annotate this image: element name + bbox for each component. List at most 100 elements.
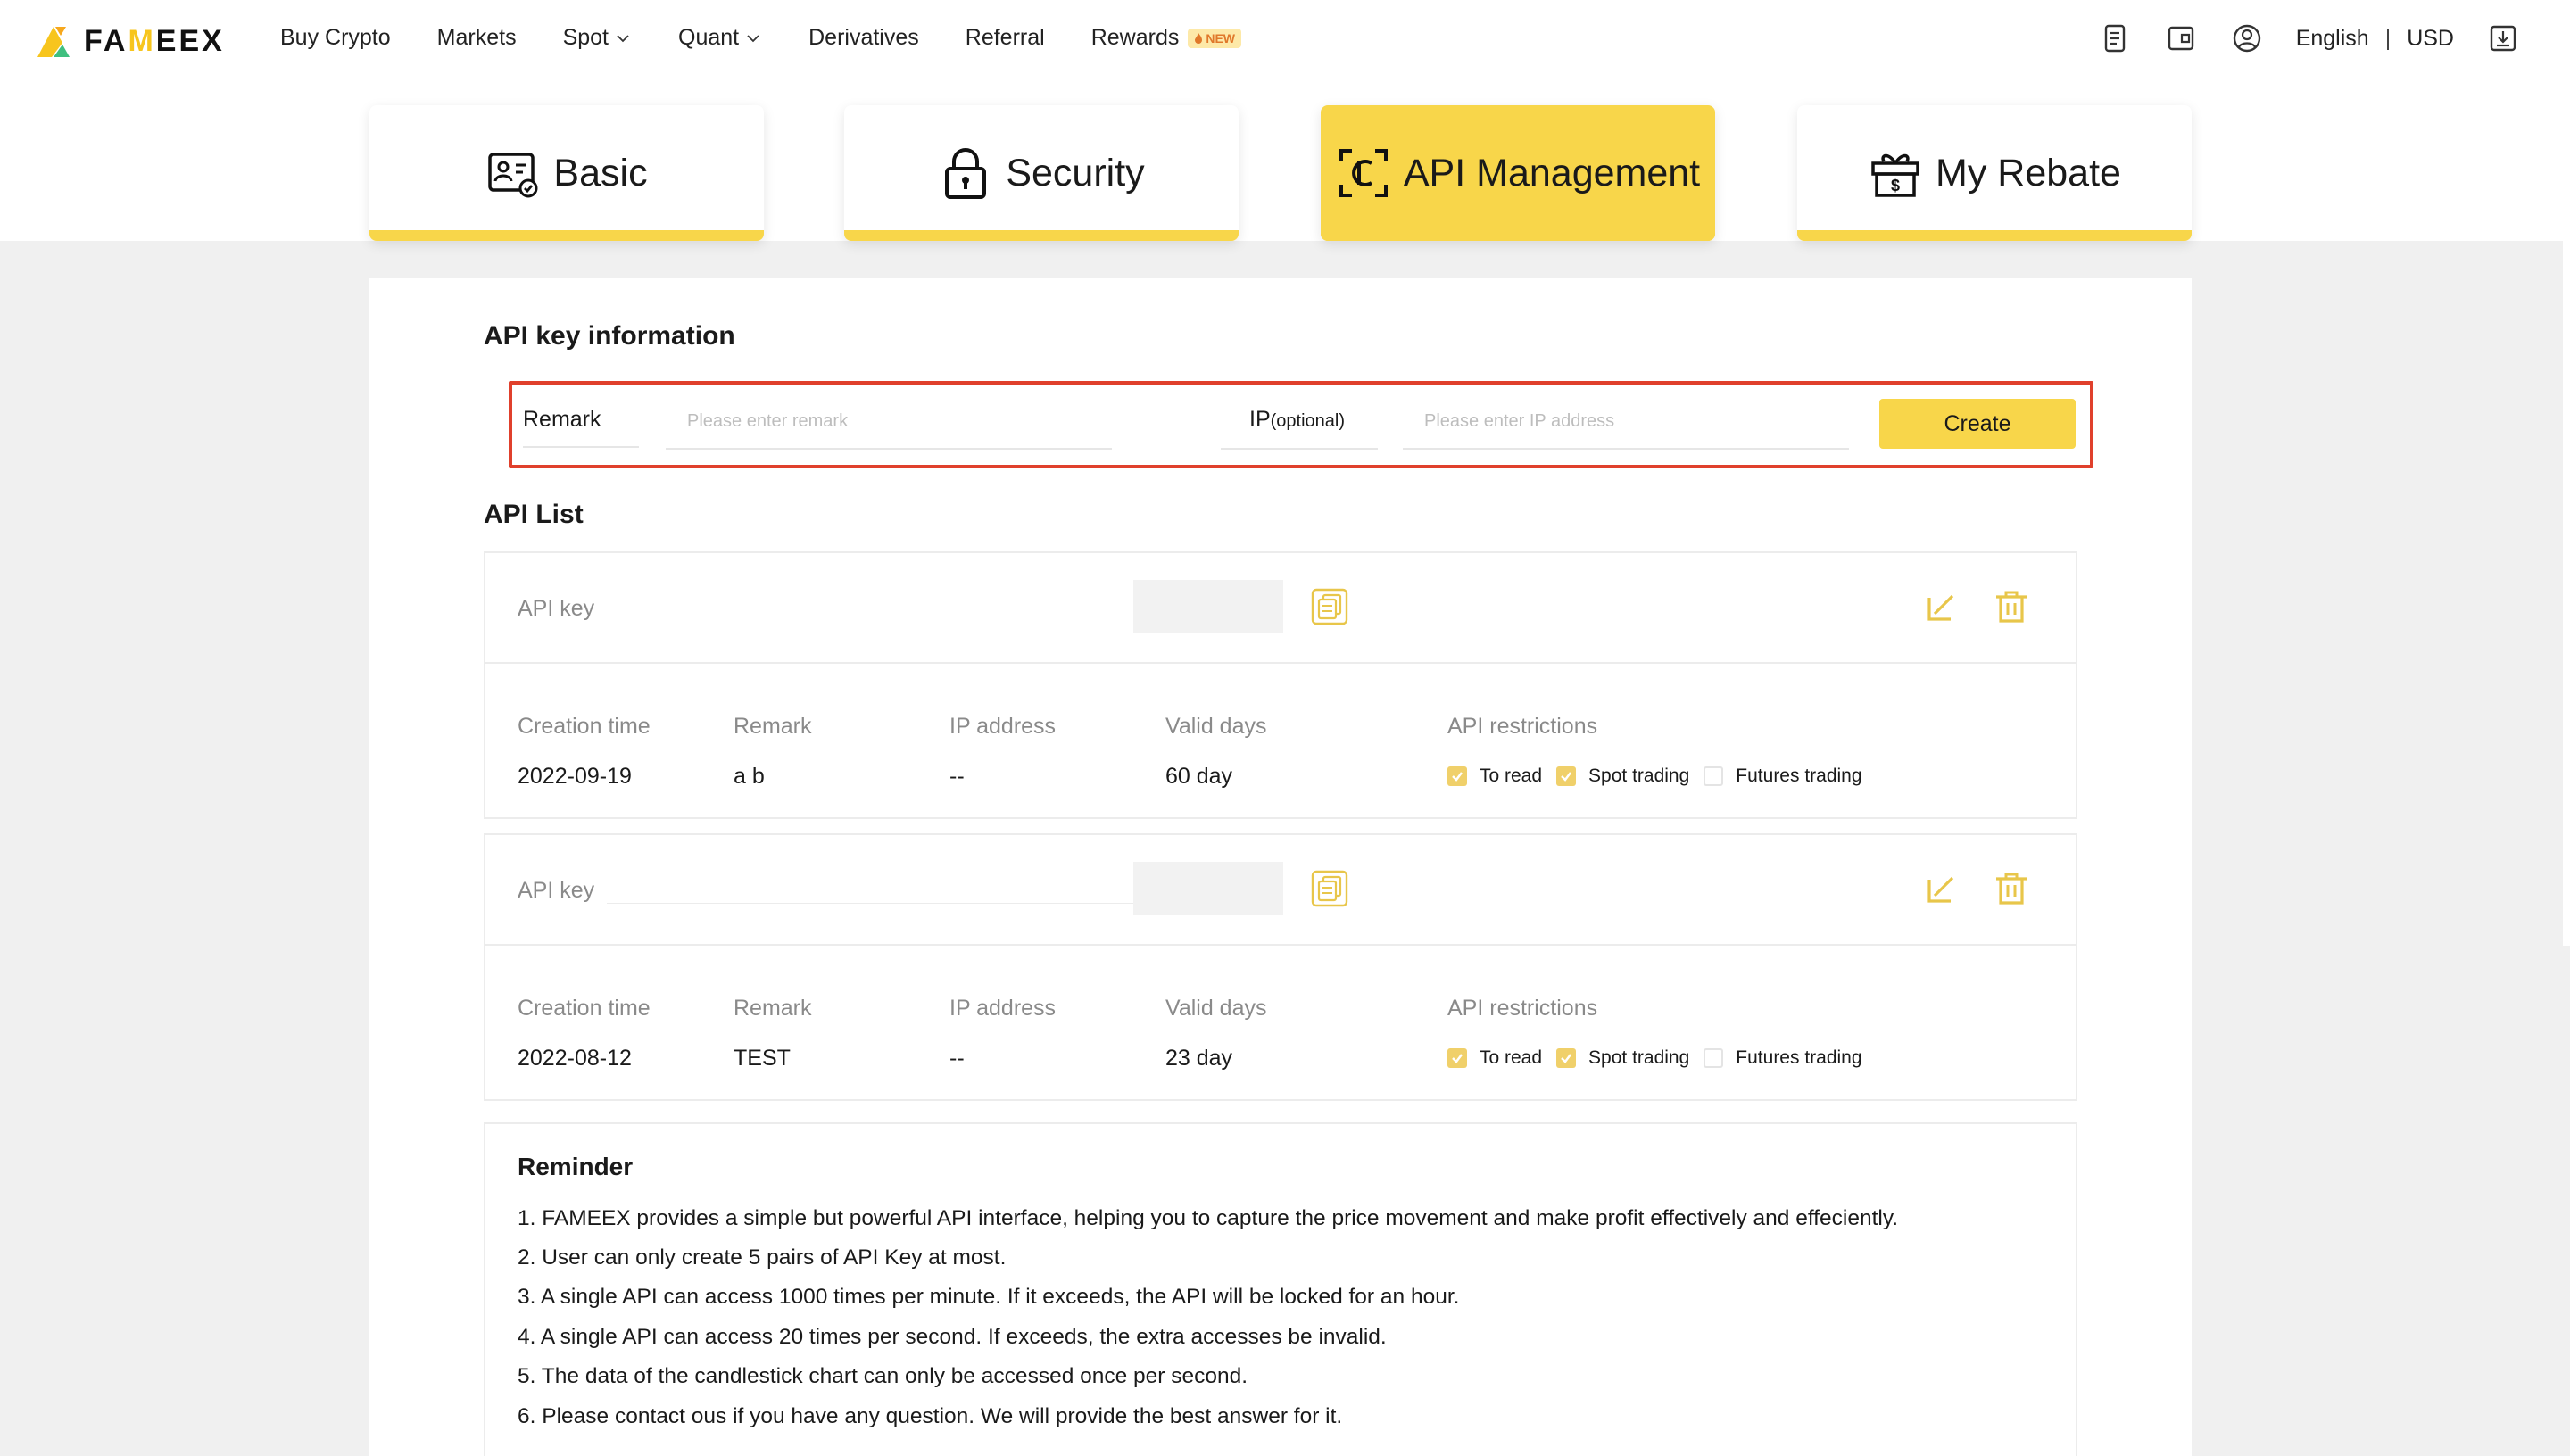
to-read-label: To read: [1480, 1047, 1543, 1068]
reminder-line: 1. FAMEEX provides a simple but powerful…: [518, 1206, 1899, 1230]
valid-days-value: 60 day: [1165, 764, 1233, 789]
check-icon: [1561, 772, 1572, 782]
create-button[interactable]: Create: [1879, 399, 2076, 449]
api-key-row: API key: [485, 553, 2076, 664]
valid-days-header: Valid days: [1165, 996, 1267, 1021]
nav-rewards[interactable]: Rewards NEW: [1091, 25, 1242, 51]
ip-address-input[interactable]: [1424, 405, 1844, 437]
logo-mark-icon: [37, 27, 70, 57]
id-card-icon: [488, 153, 538, 198]
api-key-row: API key: [485, 835, 2076, 946]
remark-input[interactable]: [687, 405, 1107, 437]
valid-days-value: 23 day: [1165, 1046, 1233, 1071]
check-icon: [1452, 772, 1463, 782]
download-icon[interactable]: [2486, 21, 2520, 55]
divider: [666, 448, 1112, 450]
ip-address-value: --: [949, 1046, 965, 1071]
nav-referral[interactable]: Referral: [966, 25, 1045, 51]
api-key-value-masked: [1133, 862, 1283, 915]
new-badge: NEW: [1188, 28, 1242, 48]
check-icon: [1452, 1054, 1463, 1063]
creation-time-value: 2022-08-12: [518, 1046, 632, 1071]
copy-icon[interactable]: [1310, 587, 1349, 626]
delete-icon[interactable]: [1994, 589, 2029, 625]
to-read-checkbox[interactable]: [1447, 766, 1467, 786]
futures-trading-checkbox[interactable]: [1704, 1048, 1724, 1068]
api-key-information-title: API key information: [484, 321, 735, 351]
fameex-logo[interactable]: FAMEEX: [36, 23, 225, 59]
scrollbar-track[interactable]: [2563, 241, 2570, 946]
language-label: English: [2295, 25, 2369, 51]
nav-spot[interactable]: Spot: [563, 25, 632, 51]
api-list-item: API key Creation time Remark IP address …: [484, 551, 2077, 819]
api-list-item: API key Creation time Remark IP address …: [484, 833, 2077, 1101]
api-restrictions: To read Spot trading Futures trading: [1447, 1047, 1877, 1069]
api-restrictions: To read Spot trading Futures trading: [1447, 765, 1877, 787]
delete-icon[interactable]: [1994, 871, 2029, 906]
reminder-line: 4. A single API can access 20 times per …: [518, 1325, 1387, 1349]
nav-quant[interactable]: Quant: [678, 25, 762, 51]
wallet-icon[interactable]: [2164, 21, 2198, 55]
reminder-line: 5. The data of the candlestick chart can…: [518, 1364, 1248, 1388]
futures-trading-label: Futures trading: [1736, 1047, 1862, 1068]
remark-header: Remark: [734, 714, 812, 739]
creation-time-value: 2022-09-19: [518, 764, 632, 789]
chevron-down-icon: [617, 34, 629, 42]
spot-trading-label: Spot trading: [1588, 1047, 1690, 1068]
orders-icon[interactable]: [2098, 21, 2132, 55]
tab-security[interactable]: Security: [844, 105, 1239, 241]
flame-icon: [1195, 32, 1203, 44]
api-key-label: API key: [518, 878, 595, 903]
divider: [523, 446, 639, 448]
creation-time-header: Creation time: [518, 996, 651, 1021]
remark-value: TEST: [734, 1046, 791, 1071]
edit-icon[interactable]: [1926, 591, 1958, 623]
currency-label: USD: [2407, 25, 2454, 51]
check-icon: [1561, 1054, 1572, 1063]
spot-trading-label: Spot trading: [1588, 765, 1690, 786]
futures-trading-checkbox[interactable]: [1704, 766, 1724, 786]
to-read-label: To read: [1480, 765, 1543, 786]
divider: [1403, 448, 1849, 450]
api-key-value-masked: [1133, 580, 1283, 633]
to-read-checkbox[interactable]: [1447, 1048, 1467, 1068]
language-currency-switcher[interactable]: English | USD: [2296, 26, 2454, 52]
lock-icon: [945, 148, 987, 199]
valid-days-header: Valid days: [1165, 714, 1267, 739]
api-restrictions-header: API restrictions: [1447, 996, 1598, 1021]
copy-icon[interactable]: [1310, 869, 1349, 908]
gift-icon: $: [1871, 153, 1919, 197]
ip-address-header: IP address: [949, 996, 1057, 1021]
tab-basic[interactable]: Basic: [369, 105, 764, 241]
spot-trading-checkbox[interactable]: [1556, 1048, 1577, 1068]
api-key-label: API key: [518, 596, 595, 621]
remark-header: Remark: [734, 996, 812, 1021]
remark-label: Remark: [523, 407, 601, 432]
reminder-box: Reminder 1. FAMEEX provides a simple but…: [484, 1122, 2077, 1456]
remark-value: a b: [734, 764, 765, 789]
ip-address-header: IP address: [949, 714, 1057, 739]
api-icon: [1339, 149, 1388, 197]
main-nav: Buy Crypto Markets Spot Quant Derivative…: [280, 25, 1288, 51]
api-key-field-underline: [607, 903, 1133, 904]
ip-address-value: --: [949, 764, 965, 789]
reminder-line: 3. A single API can access 1000 times pe…: [518, 1285, 1460, 1309]
reminder-line: 2. User can only create 5 pairs of API K…: [518, 1245, 1007, 1270]
top-navigation-bar: FAMEEX Buy Crypto Markets Spot Quant Der…: [0, 0, 2570, 82]
spot-trading-checkbox[interactable]: [1556, 766, 1577, 786]
reminder-line: 6. Please contact ous if you have any qu…: [518, 1404, 1343, 1428]
divider: [1221, 448, 1378, 450]
header-actions: English | USD: [2066, 21, 2520, 55]
api-restrictions-header: API restrictions: [1447, 714, 1598, 739]
edit-icon[interactable]: [1926, 873, 1958, 905]
user-icon[interactable]: [2230, 21, 2264, 55]
tab-api-management[interactable]: API Management: [1321, 105, 1715, 241]
nav-derivatives[interactable]: Derivatives: [808, 25, 919, 51]
chevron-down-icon: [747, 34, 759, 42]
nav-buy-crypto[interactable]: Buy Crypto: [280, 25, 391, 51]
futures-trading-label: Futures trading: [1736, 765, 1862, 786]
svg-text:$: $: [1891, 177, 1900, 194]
tab-my-rebate[interactable]: $ My Rebate: [1797, 105, 2192, 241]
logo-wordmark: FAMEEX: [84, 23, 225, 58]
nav-markets[interactable]: Markets: [437, 25, 517, 51]
